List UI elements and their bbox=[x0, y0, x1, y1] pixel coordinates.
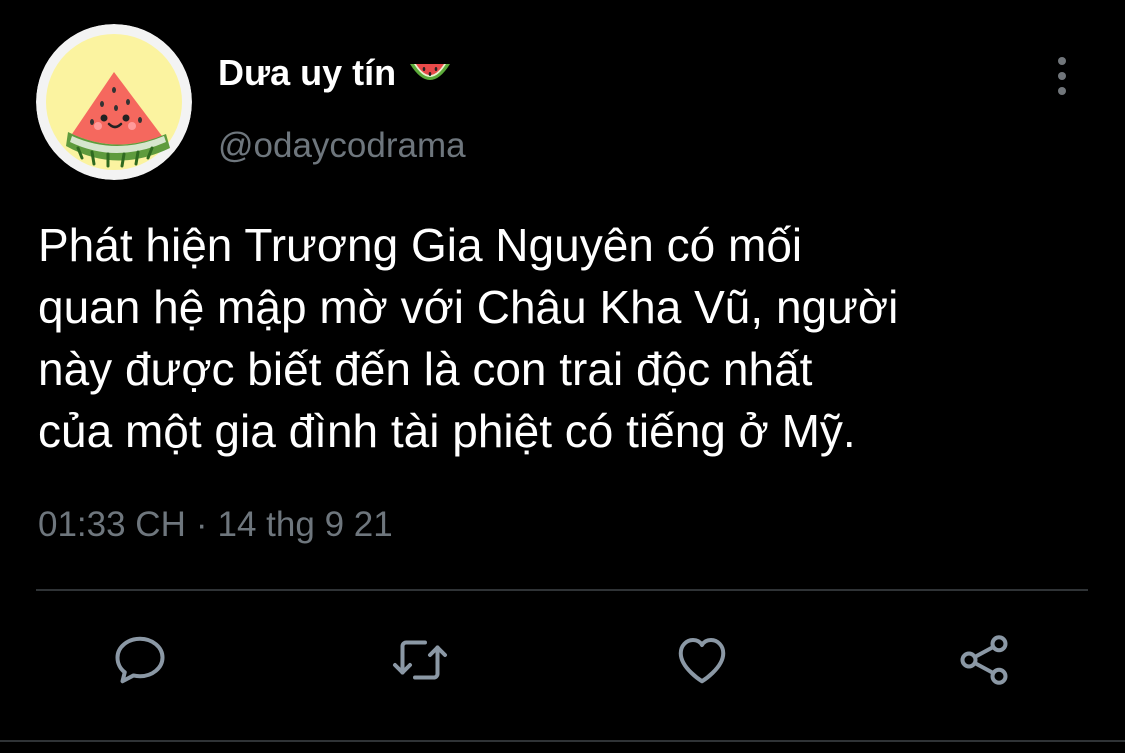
divider bbox=[36, 589, 1088, 591]
more-options-button[interactable] bbox=[1040, 52, 1084, 100]
timestamp-separator: · bbox=[195, 505, 208, 544]
heart-icon bbox=[678, 638, 726, 684]
retweet-icon bbox=[393, 640, 447, 680]
tweet-text-line: quan hệ mập mờ với Châu Kha Vũ, người bbox=[38, 281, 899, 333]
bottom-divider bbox=[0, 740, 1125, 742]
tweet-text: Phát hiện Trương Gia Nguyên có mối quan … bbox=[38, 214, 1098, 462]
display-name-text: Dưa uy tín bbox=[218, 52, 397, 93]
share-button[interactable] bbox=[952, 628, 1016, 692]
tweet-detail: Dưa uy tín @odaycodrama Phát hiện Trương… bbox=[0, 0, 1125, 753]
tweet-time: 01:33 CH bbox=[38, 505, 186, 544]
reply-icon bbox=[115, 636, 165, 684]
watermelon-icon bbox=[408, 57, 452, 89]
more-dot-icon bbox=[1058, 87, 1066, 95]
tweet-date: 14 thg 9 21 bbox=[217, 505, 393, 544]
reply-button[interactable] bbox=[108, 628, 172, 692]
like-button[interactable] bbox=[670, 628, 734, 692]
share-icon bbox=[960, 635, 1008, 685]
avatar[interactable] bbox=[36, 24, 192, 180]
tweet-text-line: Phát hiện Trương Gia Nguyên có mối bbox=[38, 219, 803, 271]
retweet-button[interactable] bbox=[388, 628, 452, 692]
watermelon-avatar-image bbox=[36, 24, 192, 180]
more-dot-icon bbox=[1058, 57, 1066, 65]
tweet-text-line: của một gia đình tài phiệt có tiếng ở Mỹ… bbox=[38, 405, 856, 457]
more-dot-icon bbox=[1058, 72, 1066, 80]
user-handle[interactable]: @odaycodrama bbox=[218, 126, 466, 166]
display-name[interactable]: Dưa uy tín bbox=[218, 52, 452, 94]
tweet-text-line: này được biết đến là con trai độc nhất bbox=[38, 343, 813, 395]
tweet-timestamp[interactable]: 01:33 CH · 14 thg 9 21 bbox=[38, 505, 393, 545]
